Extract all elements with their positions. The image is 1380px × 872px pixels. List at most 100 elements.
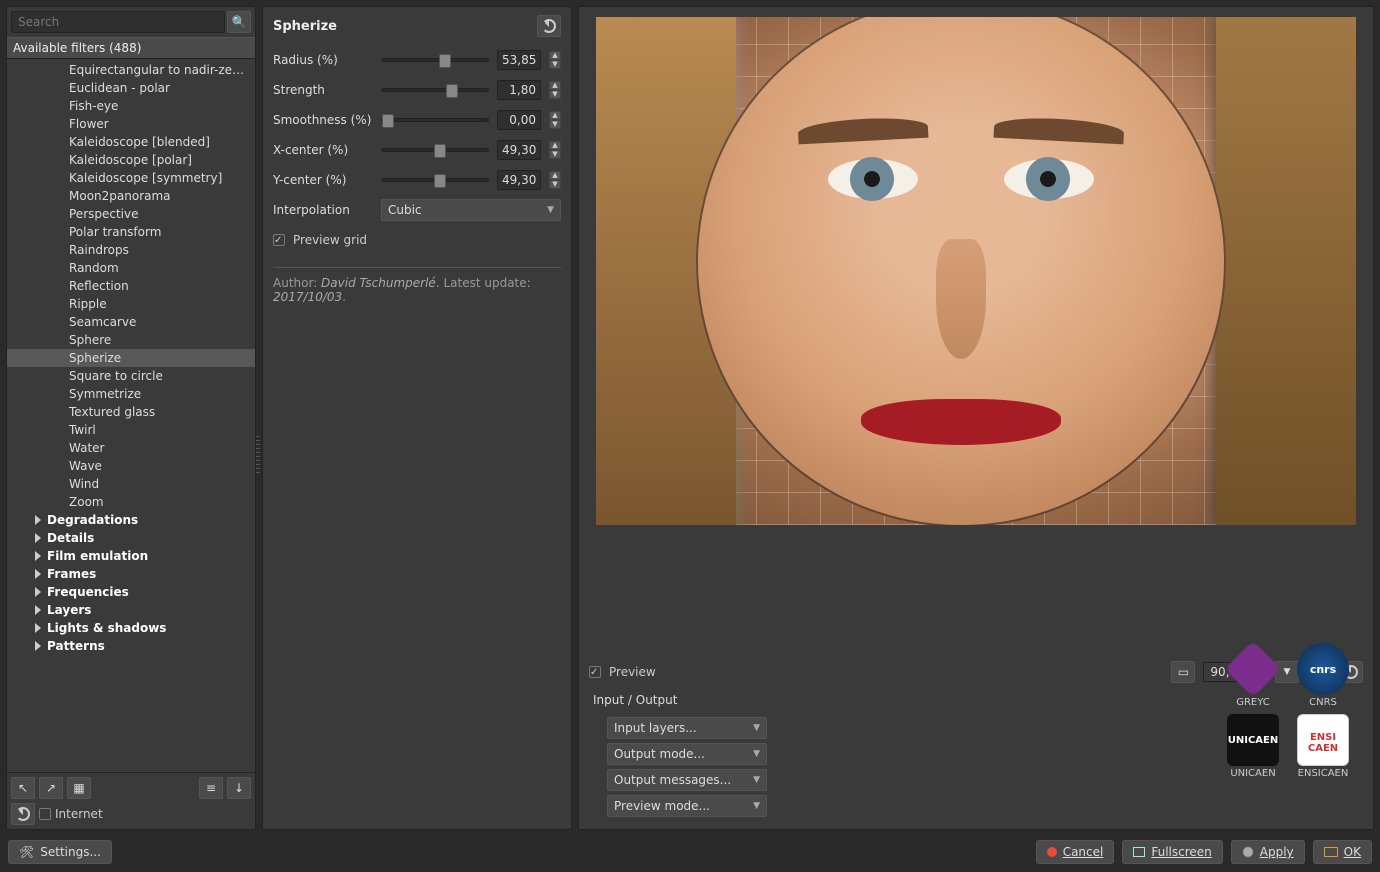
param-value-input[interactable] (497, 140, 541, 160)
filter-item[interactable]: Kaleidoscope [symmetry] (7, 169, 255, 187)
preview-image[interactable] (596, 17, 1356, 525)
search-input[interactable] (11, 11, 225, 33)
slider-knob[interactable] (382, 114, 394, 128)
filter-item[interactable]: Raindrops (7, 241, 255, 259)
filter-item[interactable]: Reflection (7, 277, 255, 295)
param-slider[interactable] (381, 118, 489, 122)
filter-item[interactable]: Zoom (7, 493, 255, 511)
tags-button[interactable]: ▦ (67, 777, 91, 799)
filter-item[interactable]: Perspective (7, 205, 255, 223)
filter-item[interactable]: Random (7, 259, 255, 277)
param-slider[interactable] (381, 178, 489, 182)
param-value-input[interactable] (497, 50, 541, 70)
param-value-input[interactable] (497, 80, 541, 100)
io-dropdown[interactable]: Input layers...▼ (607, 717, 767, 739)
filter-item[interactable]: Kaleidoscope [blended] (7, 133, 255, 151)
param-label: Y-center (%) (273, 173, 373, 187)
spin-down-button[interactable]: ▼ (549, 90, 561, 99)
filter-category[interactable]: Frequencies (7, 583, 255, 601)
filter-item[interactable]: Spherize (7, 349, 255, 367)
cancel-button[interactable]: Cancel (1036, 840, 1115, 864)
filter-item[interactable]: Sphere (7, 331, 255, 349)
io-dropdown[interactable]: Preview mode...▼ (607, 795, 767, 817)
spin-up-button[interactable]: ▲ (549, 81, 561, 90)
slider-knob[interactable] (434, 174, 446, 188)
filter-item[interactable]: Euclidean - polar (7, 79, 255, 97)
spin-up-button[interactable]: ▲ (549, 111, 561, 120)
io-dropdown-label: Preview mode... (614, 799, 710, 813)
preview-area[interactable] (585, 13, 1367, 655)
filter-title: Spherize (273, 19, 337, 34)
param-label: Radius (%) (273, 53, 373, 67)
slider-knob[interactable] (439, 54, 451, 68)
reset-params-button[interactable] (537, 15, 561, 37)
filter-item[interactable]: Kaleidoscope [polar] (7, 151, 255, 169)
caret-right-icon (35, 515, 41, 525)
filter-item[interactable]: Flower (7, 115, 255, 133)
filter-item[interactable]: Seamcarve (7, 313, 255, 331)
apply-button[interactable]: Apply (1231, 840, 1305, 864)
param-value-input[interactable] (497, 110, 541, 130)
spin-up-button[interactable]: ▲ (549, 51, 561, 60)
filter-category[interactable]: Frames (7, 565, 255, 583)
filter-category[interactable]: Layers (7, 601, 255, 619)
add-fav-button[interactable]: ↖ (11, 777, 35, 799)
interpolation-dropdown[interactable]: Cubic ▼ (381, 199, 561, 221)
preview-label: Preview (609, 665, 656, 679)
spin-down-button[interactable]: ▼ (549, 120, 561, 129)
filter-category[interactable]: Lights & shadows (7, 619, 255, 637)
filter-item[interactable]: Moon2panorama (7, 187, 255, 205)
greyc-logo-label: GREYC (1236, 697, 1270, 708)
zoom-fit-button[interactable]: ▭ (1171, 661, 1195, 683)
param-value-input[interactable] (497, 170, 541, 190)
filter-category[interactable]: Degradations (7, 511, 255, 529)
filter-item[interactable]: Water (7, 439, 255, 457)
filter-item[interactable]: Wave (7, 457, 255, 475)
fullscreen-button[interactable]: Fullscreen (1122, 840, 1222, 864)
filter-item[interactable]: Twirl (7, 421, 255, 439)
slider-knob[interactable] (446, 84, 458, 98)
spin-down-button[interactable]: ▼ (549, 60, 561, 69)
wrench-icon: 🛠 (19, 845, 34, 859)
search-button[interactable]: 🔍 (227, 11, 251, 33)
spin-up-button[interactable]: ▲ (549, 171, 561, 180)
param-slider[interactable] (381, 58, 489, 62)
ensicaen-logo-label: ENSICAEN (1298, 768, 1349, 779)
collapse-button[interactable]: ≡ (199, 777, 223, 799)
filter-item[interactable]: Ripple (7, 295, 255, 313)
filter-item[interactable]: Wind (7, 475, 255, 493)
preview-checkbox[interactable] (589, 666, 601, 678)
expand-down-button[interactable]: ↓ (227, 777, 251, 799)
filter-item[interactable]: Textured glass (7, 403, 255, 421)
filters-header[interactable]: Available filters (488) (7, 37, 255, 59)
preview-grid-checkbox[interactable] (273, 234, 285, 246)
filter-item[interactable]: Square to circle (7, 367, 255, 385)
caret-right-icon (35, 533, 41, 543)
filter-category[interactable]: Details (7, 529, 255, 547)
ok-button[interactable]: OK (1313, 840, 1372, 864)
slider-knob[interactable] (434, 144, 446, 158)
unicaen-logo-icon: UNICAEN (1227, 714, 1279, 766)
filter-tree[interactable]: Equirectangular to nadir-zenithEuclidean… (7, 59, 255, 772)
filter-category[interactable]: Film emulation (7, 547, 255, 565)
filter-category[interactable]: Patterns (7, 637, 255, 655)
remove-fav-button[interactable]: ↗ (39, 777, 63, 799)
filter-item[interactable]: Polar transform (7, 223, 255, 241)
param-label: Smoothness (%) (273, 113, 373, 127)
fullscreen-icon (1133, 847, 1145, 857)
panel-resize-grip[interactable] (256, 436, 260, 476)
logos: GREYC cnrsCNRS UNICAENUNICAEN ENSICAENEN… (1221, 643, 1355, 779)
spin-up-button[interactable]: ▲ (549, 141, 561, 150)
filter-item[interactable]: Symmetrize (7, 385, 255, 403)
internet-checkbox[interactable] (39, 808, 51, 820)
settings-button[interactable]: 🛠Settings... (8, 840, 112, 864)
filter-item[interactable]: Fish-eye (7, 97, 255, 115)
spin-down-button[interactable]: ▼ (549, 180, 561, 189)
io-dropdown[interactable]: Output messages...▼ (607, 769, 767, 791)
param-slider[interactable] (381, 88, 489, 92)
refresh-filters-button[interactable] (11, 803, 35, 825)
param-slider[interactable] (381, 148, 489, 152)
filter-item[interactable]: Equirectangular to nadir-zenith (7, 61, 255, 79)
spin-down-button[interactable]: ▼ (549, 150, 561, 159)
io-dropdown[interactable]: Output mode...▼ (607, 743, 767, 765)
